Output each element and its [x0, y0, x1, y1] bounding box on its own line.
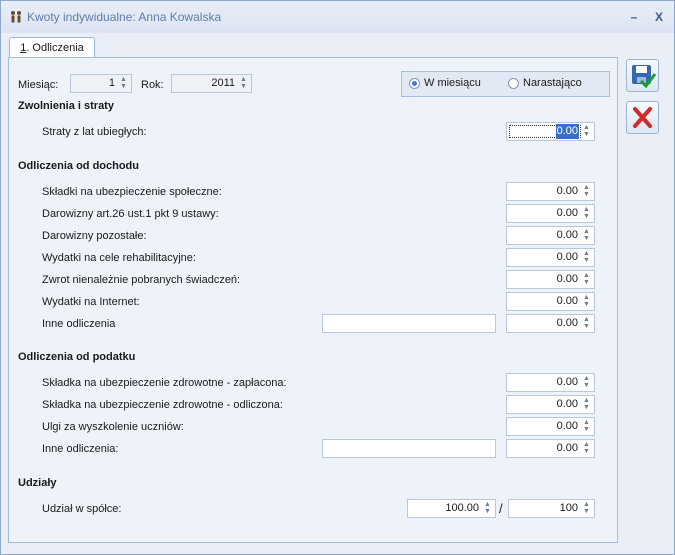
month-label: Miesiąc:	[18, 79, 59, 91]
section-title-udzialy: Udziały	[18, 477, 57, 489]
amount-spinner[interactable]: 0.00 ▲ ▼	[506, 314, 595, 333]
amount-value: 0.00	[556, 229, 578, 241]
spinner-arrows-icon[interactable]: ▲ ▼	[483, 501, 492, 516]
row-label: Inne odliczenia:	[42, 443, 119, 455]
amount-spinner[interactable]: 0.00 ▲ ▼	[506, 395, 595, 414]
tab-strip: 1. Odliczenia	[8, 35, 614, 58]
fraction-separator: /	[499, 501, 503, 516]
section-title-podatek: Odliczenia od podatku	[18, 351, 136, 363]
spinner-arrows-icon[interactable]: ▲ ▼	[582, 184, 591, 199]
amount-spinner[interactable]: 0.00 ▲ ▼	[506, 373, 595, 392]
window-title: Kwoty indywidualne: Anna Kowalska	[27, 10, 222, 24]
row-label: Składka na ubezpieczenie zdrowotne - odl…	[42, 399, 283, 411]
amount-spinner[interactable]: 0.00 ▲ ▼	[506, 292, 595, 311]
amount-spinner[interactable]: 0.00 ▲ ▼	[506, 417, 595, 436]
save-button[interactable]	[626, 59, 659, 92]
month-spinner[interactable]: 1 ▲ ▼	[70, 74, 132, 93]
denominator-value: 100	[559, 502, 578, 514]
amount-value: 0.00	[556, 207, 578, 219]
amount-spinner[interactable]: 0.00 ▲ ▼	[506, 204, 595, 223]
amount-spinner[interactable]: 0.00 ▲ ▼	[506, 182, 595, 201]
spinner-arrows-icon[interactable]: ▲ ▼	[582, 375, 591, 390]
row-label: Wydatki na cele rehabilitacyjne:	[42, 252, 196, 264]
straty-spinner[interactable]: 0.00 ▲ ▼	[506, 122, 595, 141]
radio-monthly[interactable]	[409, 78, 420, 89]
spinner-arrows-icon[interactable]: ▲ ▼	[582, 316, 591, 331]
title-bar: Kwoty indywidualne: Anna Kowalska – X	[1, 1, 674, 33]
udzial-label: Udział w spółce:	[42, 503, 122, 515]
row-label: Składka na ubezpieczenie zdrowotne - zap…	[42, 377, 287, 389]
dialog-window: Kwoty indywidualne: Anna Kowalska – X 1.…	[0, 0, 675, 555]
spinner-arrows-icon[interactable]: ▲ ▼	[582, 124, 591, 139]
amount-value: 0.00	[556, 317, 578, 329]
spinner-arrows-icon[interactable]: ▲ ▼	[582, 419, 591, 434]
row-label: Darowizny pozostałe:	[42, 230, 147, 242]
period-radio-group: W miesiącu Narastająco	[401, 71, 610, 97]
people-icon	[11, 11, 21, 23]
row-label: Składki na ubezpieczenie społeczne:	[42, 186, 222, 198]
amount-value: 0.00	[556, 273, 578, 285]
section-title-zwolnienia: Zwolnienia i straty	[18, 100, 114, 112]
spinner-arrows-icon[interactable]: ▲ ▼	[582, 272, 591, 287]
amount-value: 0.00	[556, 376, 578, 388]
spinner-arrows-icon[interactable]: ▲ ▼	[239, 76, 248, 91]
row-label: Ulgi za wyszkolenie uczniów:	[42, 421, 184, 433]
spinner-arrows-icon[interactable]: ▲ ▼	[582, 250, 591, 265]
save-disk-icon	[632, 65, 657, 89]
udzial-numerator-spinner[interactable]: 100.00 ▲ ▼	[407, 499, 496, 518]
cancel-x-icon	[633, 107, 652, 128]
amount-spinner[interactable]: 0.00 ▲ ▼	[506, 270, 595, 289]
amount-spinner[interactable]: 0.00 ▲ ▼	[506, 439, 595, 458]
tab-panel: Miesiąc: 1 ▲ ▼ Rok: 2011 ▲ ▼ W miesiącu Na…	[8, 57, 618, 543]
close-button[interactable]: X	[651, 9, 667, 25]
amount-value: 0.00	[556, 185, 578, 197]
amount-spinner[interactable]: 0.00 ▲ ▼	[506, 248, 595, 267]
year-label: Rok:	[141, 79, 164, 91]
amount-value: 0.00	[556, 251, 578, 263]
radio-cumulative[interactable]	[508, 78, 519, 89]
amount-value: 0.00	[556, 442, 578, 454]
numerator-value: 100.00	[445, 502, 479, 514]
row-label: Darowizny art.26 ust.1 pkt 9 ustawy:	[42, 208, 219, 220]
inne-odliczenia-dochod-text[interactable]	[322, 314, 496, 333]
tab-odliczenia[interactable]: 1. Odliczenia	[9, 37, 95, 58]
year-value: 2011	[211, 77, 235, 89]
radio-monthly-label[interactable]: W miesiącu	[424, 77, 481, 89]
spinner-arrows-icon[interactable]: ▲ ▼	[119, 76, 128, 91]
radio-cumulative-label[interactable]: Narastająco	[523, 77, 582, 89]
udzial-denominator-spinner[interactable]: 100 ▲ ▼	[508, 499, 595, 518]
amount-value: 0.00	[556, 295, 578, 307]
spinner-arrows-icon[interactable]: ▲ ▼	[582, 501, 591, 516]
spinner-arrows-icon[interactable]: ▲ ▼	[582, 206, 591, 221]
year-spinner[interactable]: 2011 ▲ ▼	[171, 74, 252, 93]
amount-value: 0.00	[556, 398, 578, 410]
amount-value: 0.00	[556, 420, 578, 432]
spinner-arrows-icon[interactable]: ▲ ▼	[582, 228, 591, 243]
spinner-arrows-icon[interactable]: ▲ ▼	[582, 441, 591, 456]
spinner-arrows-icon[interactable]: ▲ ▼	[582, 397, 591, 412]
inne-odliczenia-podatek-text[interactable]	[322, 439, 496, 458]
section-title-dochod: Odliczenia od dochodu	[18, 160, 139, 172]
row-label: Zwrot nienależnie pobranych świadczeń:	[42, 274, 241, 286]
tab-label: . Odliczenia	[26, 42, 84, 54]
straty-value: 0.00	[555, 124, 579, 139]
row-label: Inne odliczenia	[42, 318, 116, 330]
spinner-arrows-icon[interactable]: ▲ ▼	[582, 294, 591, 309]
straty-label: Straty z lat ubiegłych:	[42, 126, 147, 138]
month-value: 1	[108, 77, 115, 89]
amount-spinner[interactable]: 0.00 ▲ ▼	[506, 226, 595, 245]
cancel-button[interactable]	[626, 101, 659, 134]
row-label: Wydatki na Internet:	[42, 296, 140, 308]
minimize-button[interactable]: –	[626, 9, 642, 25]
